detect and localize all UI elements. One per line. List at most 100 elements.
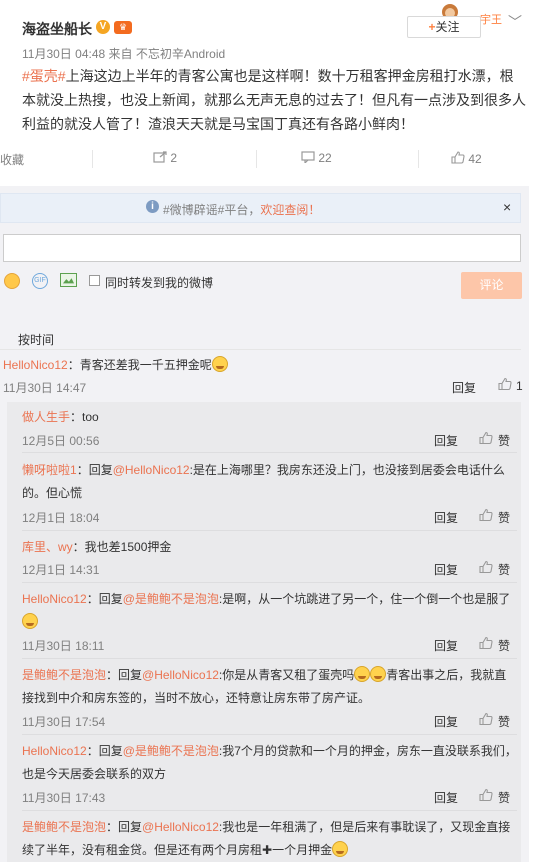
- favorite-label: 收藏: [0, 153, 25, 167]
- mention-link[interactable]: @是鲍鲍不是泡泡: [123, 592, 219, 606]
- reply-button[interactable]: 回复: [452, 379, 476, 396]
- sub-comment: 是鲍鲍不是泡泡：回复@HelloNico12:我也是一年租满了，但是后来有事耽误…: [22, 816, 517, 862]
- tip-text: #微博辟谣#平台，欢迎查阅！: [163, 201, 320, 218]
- favorite-button[interactable]: 收藏: [0, 151, 24, 168]
- divider: [22, 452, 517, 453]
- thumbs-up-icon[interactable]: [479, 431, 493, 445]
- laughing-emoji-icon: [211, 356, 228, 372]
- image-icon[interactable]: [60, 273, 77, 287]
- sub-comment-panel: 做人生手：too 12月5日 00:56 回复 赞 懒呀啦啦1：回复@Hello…: [7, 402, 521, 862]
- like-label[interactable]: 赞: [498, 432, 510, 449]
- sub-comment-time: 11月30日 17:54: [22, 715, 106, 729]
- follow-button[interactable]: +关注: [407, 16, 481, 38]
- sub-comment: HelloNico12：回复@是鲍鲍不是泡泡:我7个月的贷款和一个月的押金，房东…: [22, 740, 517, 786]
- sub-comment-time: 12月5日 00:56: [22, 434, 100, 448]
- like-count: 42: [468, 152, 482, 166]
- thumbs-up-icon[interactable]: [479, 788, 493, 802]
- reply-button[interactable]: 回复: [434, 713, 458, 730]
- crying-emoji-icon: [332, 841, 349, 857]
- like-label[interactable]: 赞: [498, 713, 510, 730]
- verified-badge-icon: V: [96, 20, 110, 34]
- divider: [22, 810, 517, 811]
- plus-icon: ✚: [262, 843, 273, 857]
- tip-link[interactable]: 欢迎查阅！: [260, 203, 320, 217]
- sub-comment-text: ：我也差1500押金: [72, 540, 172, 554]
- divider: [22, 582, 517, 583]
- tip-text-main: #微博辟谣#平台，: [163, 203, 261, 217]
- post-body: 上海这边上半年的青客公寓也是这样啊！数十万租客押金房租打水漂，根本就没上热搜，也…: [22, 68, 526, 132]
- divider: [22, 530, 517, 531]
- sub-comment: 是鲍鲍不是泡泡：回复@HelloNico12:你是从青客又租了蛋壳吗 青客出事之后…: [22, 664, 517, 710]
- comment-input[interactable]: [3, 234, 521, 262]
- info-icon: i: [146, 200, 159, 213]
- sort-by-time-tab[interactable]: 按时间: [18, 331, 54, 348]
- like-label[interactable]: 赞: [498, 509, 510, 526]
- mention-link[interactable]: @HelloNico12: [142, 820, 219, 834]
- sub-comment-user[interactable]: 是鲍鲍不是泡泡: [22, 820, 106, 834]
- gif-icon[interactable]: GIF: [32, 273, 48, 289]
- comment-count: 22: [318, 151, 332, 165]
- like-label[interactable]: 赞: [498, 789, 510, 806]
- emoji-icon[interactable]: [4, 273, 20, 289]
- sub-comment: 懒呀啦啦1：回复@HelloNico12:是在上海哪里？我房东还没上门，也没接到…: [22, 459, 517, 505]
- like-button[interactable]: 42: [451, 151, 482, 166]
- chevron-down-icon[interactable]: ﹀: [508, 12, 522, 32]
- sub-comment-pre: ：回复: [106, 820, 143, 834]
- thumbs-up-icon[interactable]: [479, 712, 493, 726]
- comment-text: ：青客还差我一千五押金呢: [67, 358, 212, 372]
- thumbs-up-icon[interactable]: [479, 636, 493, 650]
- repost-checkbox[interactable]: [89, 275, 100, 286]
- reply-button[interactable]: 回复: [434, 432, 458, 449]
- repost-button[interactable]: 2: [153, 151, 177, 165]
- divider: [22, 658, 517, 659]
- sub-comment-time: 11月30日 18:11: [22, 639, 105, 653]
- reply-button[interactable]: 回复: [434, 561, 458, 578]
- mention-link[interactable]: @是鲍鲍不是泡泡: [123, 744, 219, 758]
- avatar-deco-text: 宇王: [480, 14, 502, 26]
- sub-comment-time: 11月30日 17:43: [22, 791, 106, 805]
- sub-comment-user[interactable]: 做人生手: [22, 410, 70, 424]
- mention-link[interactable]: @HelloNico12: [113, 463, 190, 477]
- laughing-emoji-icon: [354, 666, 371, 682]
- repost-label: 同时转发到我的微博: [105, 276, 214, 290]
- comment-button[interactable]: 22: [301, 151, 332, 165]
- like-label[interactable]: 赞: [498, 561, 510, 578]
- sub-comment-user[interactable]: HelloNico12: [22, 744, 87, 758]
- post-meta: 11月30日 04:48 来自 不忘初辛Android: [22, 47, 226, 61]
- action-bar: 收藏 2 22 42: [0, 144, 551, 174]
- author-name[interactable]: 海盗坐船长: [22, 19, 92, 39]
- post-text: #蛋壳#上海这边上半年的青客公寓也是这样啊！数十万租客押金房租打水漂，根本就没上…: [22, 64, 527, 136]
- sub-comment-user[interactable]: HelloNico12: [22, 592, 87, 606]
- plus-icon: +: [428, 20, 436, 34]
- thumbs-up-icon[interactable]: [479, 508, 493, 522]
- sub-comment-user[interactable]: 库里、wy: [22, 540, 73, 554]
- laughing-emoji-icon: [22, 613, 38, 629]
- thumbs-up-icon: [451, 151, 465, 164]
- like-label[interactable]: 赞: [498, 637, 510, 654]
- comment-like-count: 1: [516, 379, 523, 393]
- thumbs-up-icon[interactable]: [479, 560, 493, 574]
- sub-comment-pre: ：回复: [86, 744, 123, 758]
- sub-comment-pre: ：回复: [76, 463, 113, 477]
- reply-button[interactable]: 回复: [434, 789, 458, 806]
- mention-link[interactable]: @HelloNico12: [142, 668, 219, 682]
- sub-comment: HelloNico12：回复@是鲍鲍不是泡泡:是啊，从一个坑跳进了另一个，住一个…: [22, 588, 517, 634]
- close-icon[interactable]: ×: [503, 199, 511, 215]
- main-comment: HelloNico12：青客还差我一千五押金呢: [3, 356, 228, 373]
- sub-comment-user[interactable]: 是鲍鲍不是泡泡: [22, 668, 106, 682]
- sub-comment-time: 12月1日 14:31: [22, 563, 100, 577]
- submit-comment-button[interactable]: 评论: [461, 272, 522, 299]
- thumbs-up-icon[interactable]: [498, 377, 512, 391]
- sub-comment-text-3: 一个月押金: [272, 843, 333, 857]
- comment-user[interactable]: HelloNico12: [3, 358, 68, 372]
- hashtag-link[interactable]: #蛋壳#: [22, 68, 66, 84]
- divider: [22, 734, 517, 735]
- comment-icon: [301, 151, 315, 165]
- reply-button[interactable]: 回复: [434, 637, 458, 654]
- reply-button[interactable]: 回复: [434, 509, 458, 526]
- sub-comment-user[interactable]: 懒呀啦啦1: [22, 463, 77, 477]
- sub-comment: 库里、wy：我也差1500押金: [22, 536, 517, 559]
- laughing-emoji-icon: [370, 666, 387, 682]
- member-badge-icon: ♛: [114, 21, 132, 34]
- repost-icon: [153, 151, 167, 163]
